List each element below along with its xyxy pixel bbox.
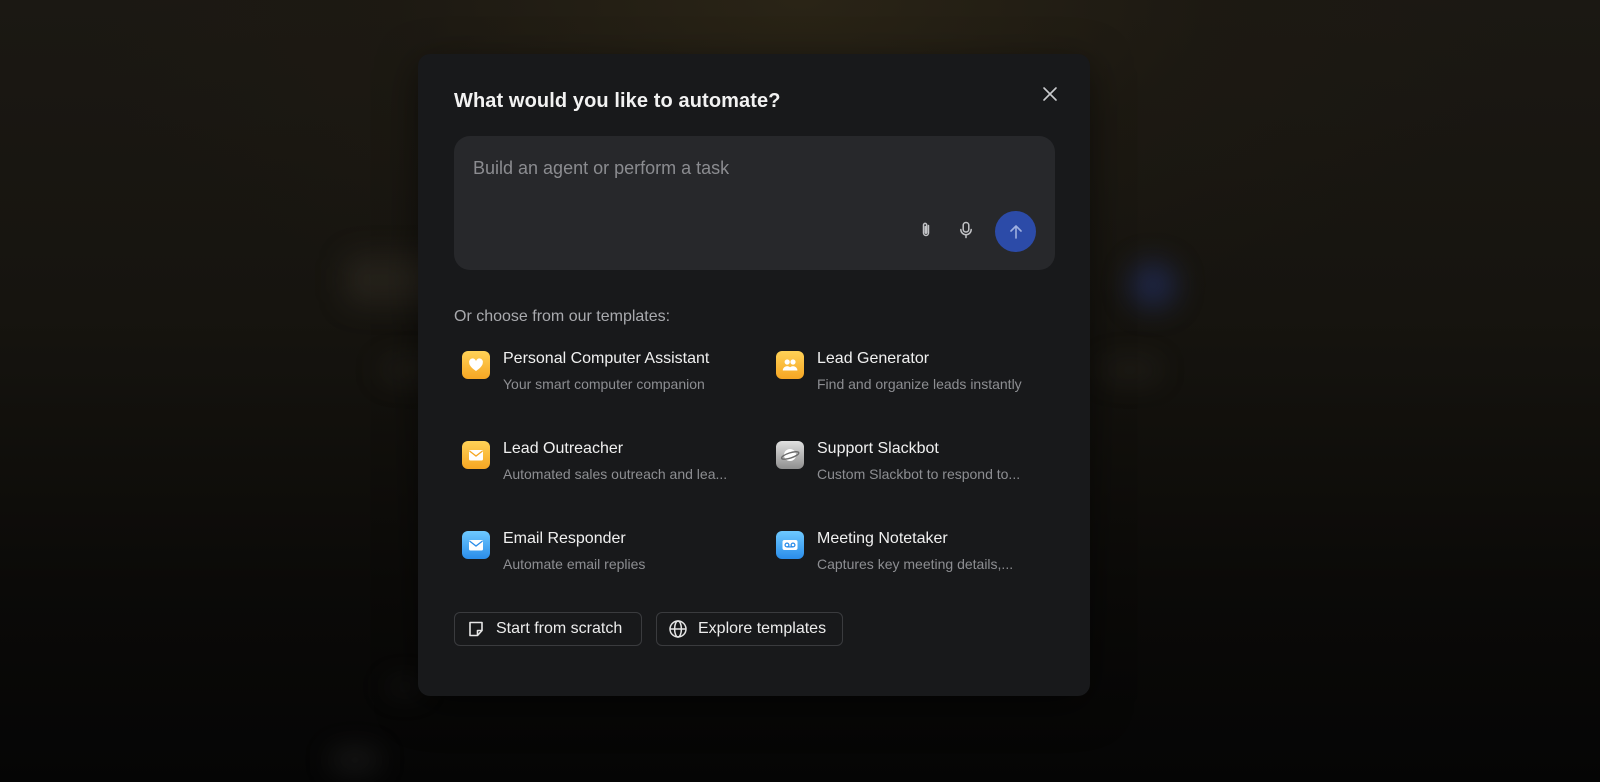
- paperclip-icon: [922, 222, 930, 237]
- voicemail-icon: [776, 531, 804, 559]
- template-title: Lead Generator: [817, 350, 930, 367]
- prompt-input[interactable]: [473, 154, 1033, 182]
- attach-button[interactable]: [912, 216, 940, 244]
- template-lead-outreacher[interactable]: Lead Outreacher Automated sales outreach…: [454, 440, 744, 501]
- template-support-slackbot[interactable]: Support Slackbot Custom Slackbot to resp…: [768, 440, 1058, 501]
- arrow-up-icon: [1009, 224, 1022, 239]
- explore-templates-button[interactable]: Explore templates: [656, 612, 843, 646]
- template-meeting-notetaker[interactable]: Meeting Notetaker Captures key meeting d…: [768, 530, 1058, 591]
- microphone-button[interactable]: [952, 216, 980, 244]
- template-description: Custom Slackbot to respond to...: [817, 466, 1021, 482]
- template-title: Support Slackbot: [817, 440, 939, 457]
- template-title: Lead Outreacher: [503, 440, 624, 457]
- template-title: Personal Computer Assistant: [503, 350, 710, 367]
- template-description: Captures key meeting details,...: [817, 556, 1014, 572]
- dialog-title: What would you like to automate?: [454, 90, 781, 112]
- template-title: Meeting Notetaker: [817, 530, 948, 547]
- prompt-box: [454, 136, 1055, 270]
- template-description: Find and organize leads instantly: [817, 376, 1022, 392]
- automate-dialog: What would you like to automate? Or choo…: [418, 54, 1090, 696]
- background-blur: [330, 750, 380, 770]
- note-icon: [469, 621, 483, 637]
- send-button[interactable]: [995, 211, 1036, 252]
- explore-templates-label: Explore templates: [698, 620, 827, 637]
- template-description: Automated sales outreach and lea...: [503, 466, 728, 482]
- start-from-scratch-label: Start from scratch: [496, 620, 623, 637]
- mail-icon: [462, 531, 490, 559]
- globe-icon: [669, 620, 687, 638]
- microphone-icon: [960, 221, 972, 239]
- close-button[interactable]: [1038, 82, 1062, 106]
- people-icon: [776, 351, 804, 379]
- background-blur: [1130, 262, 1176, 308]
- template-title: Email Responder: [503, 530, 626, 547]
- start-from-scratch-button[interactable]: Start from scratch: [454, 612, 642, 646]
- template-email-responder[interactable]: Email Responder Automate email replies: [454, 530, 744, 591]
- envelope-icon: [462, 441, 490, 469]
- heart-icon: [462, 351, 490, 379]
- close-icon: [1043, 87, 1057, 101]
- template-description: Your smart computer companion: [503, 376, 705, 392]
- template-description: Automate email replies: [503, 556, 646, 572]
- template-lead-generator[interactable]: Lead Generator Find and organize leads i…: [768, 350, 1058, 411]
- template-personal-computer-assistant[interactable]: Personal Computer Assistant Your smart c…: [454, 350, 744, 411]
- planet-icon: [776, 441, 804, 469]
- background-blur: [1100, 360, 1160, 380]
- templates-label: Or choose from our templates:: [454, 308, 671, 325]
